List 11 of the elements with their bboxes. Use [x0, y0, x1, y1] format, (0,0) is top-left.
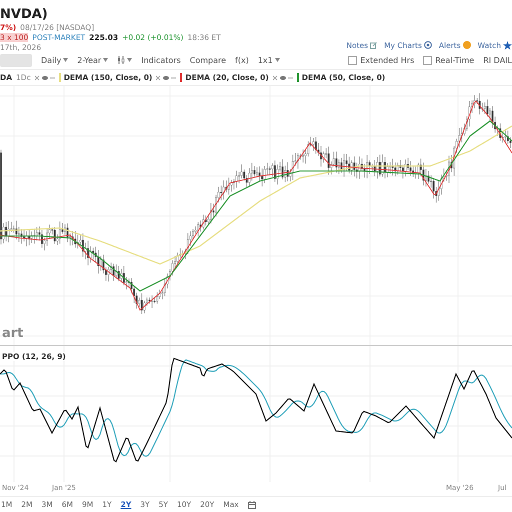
toolbar-button[interactable]: Indicators	[141, 56, 181, 65]
chart-logo: art	[2, 326, 24, 342]
toolbar-button[interactable]: f(x)	[235, 56, 249, 65]
symbol-title: NVDA)	[0, 6, 49, 22]
toolbar-button[interactable]: RI DAIL	[483, 56, 512, 65]
dropdown-button[interactable]: 1x1	[258, 56, 280, 65]
toolbar-button[interactable]: Compare	[190, 56, 226, 65]
option-checkbox[interactable]: Extended Hrs	[348, 56, 414, 65]
option-checkbox[interactable]: Real-Time	[423, 56, 474, 65]
dropdown-button[interactable]: Daily	[41, 56, 68, 65]
dropdown-button[interactable]: 2-Year	[77, 56, 108, 65]
